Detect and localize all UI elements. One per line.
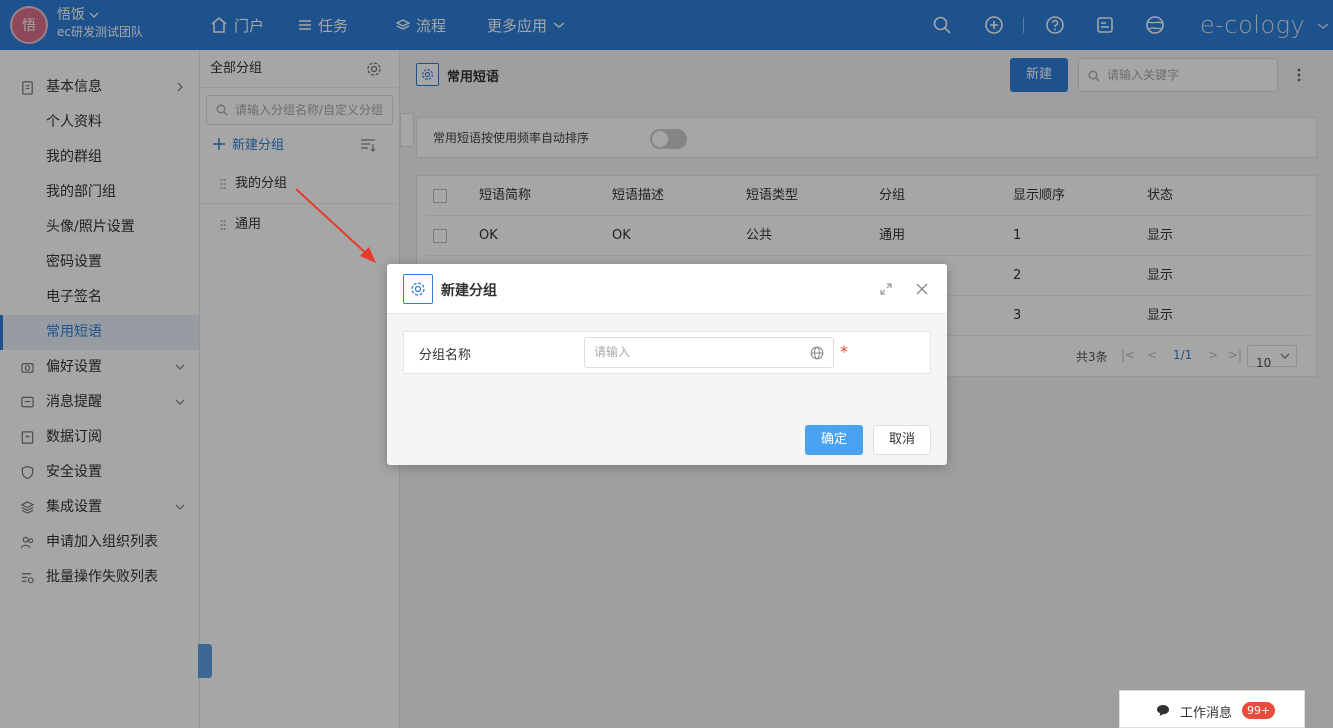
dialog-header: 新建分组 — [387, 264, 947, 314]
work-message-button[interactable]: 工作消息 99+ — [1119, 690, 1305, 728]
close-icon[interactable] — [916, 283, 928, 295]
group-name-input[interactable]: 请输入 — [584, 337, 834, 368]
confirm-button[interactable]: 确定 — [805, 425, 863, 455]
expand-icon[interactable] — [879, 282, 893, 296]
dialog-title: 新建分组 — [441, 283, 497, 299]
annotation-arrow-icon — [295, 188, 376, 263]
globe-icon[interactable] — [810, 346, 824, 360]
gear-icon — [403, 274, 433, 304]
dialog-form: 分组名称 请输入 * — [403, 331, 931, 374]
message-count-badge: 99+ — [1242, 702, 1276, 719]
chat-bubble-icon — [1157, 705, 1169, 716]
new-group-dialog: 新建分组 分组名称 请输入 * 确定 取消 — [387, 264, 947, 465]
cancel-button[interactable]: 取消 — [873, 425, 931, 455]
work-message-label: 工作消息 — [1180, 706, 1233, 721]
group-name-label: 分组名称 — [419, 348, 472, 363]
required-marker: * — [840, 342, 848, 361]
